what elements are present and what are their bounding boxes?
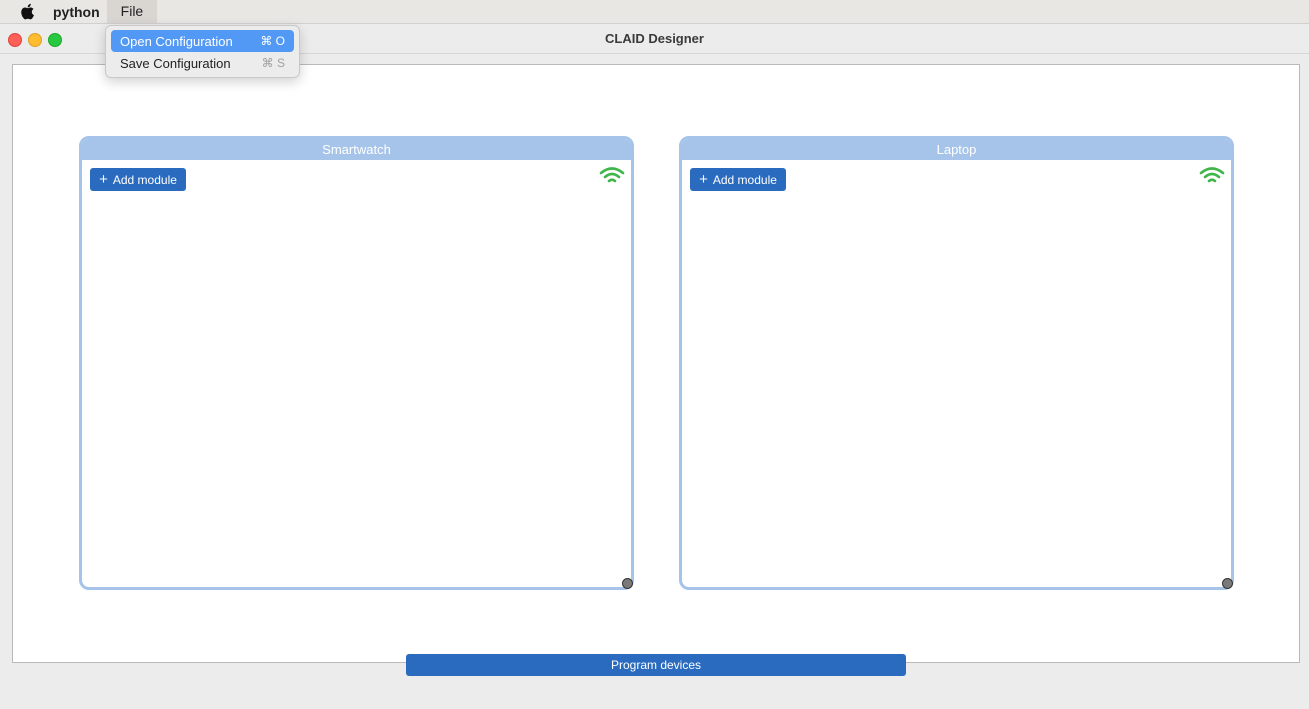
device-panel-smartwatch[interactable]: Smartwatch + Add module	[79, 136, 634, 590]
program-devices-button[interactable]: Program devices	[406, 654, 906, 676]
device-header: Laptop	[682, 139, 1231, 160]
add-module-label: Add module	[112, 172, 177, 187]
plus-icon: +	[699, 171, 708, 188]
menu-item-shortcut: ⌘ O	[260, 34, 285, 48]
app-name-menu[interactable]: python	[53, 4, 100, 20]
menu-item-label: Save Configuration	[120, 55, 231, 71]
resize-handle[interactable]	[622, 578, 633, 589]
menu-file[interactable]: File	[106, 0, 158, 23]
main-window: CLAID Designer Smartwatch + Add module L…	[0, 23, 1309, 709]
resize-handle[interactable]	[1222, 578, 1233, 589]
add-module-button[interactable]: + Add module	[90, 168, 186, 191]
file-menu-dropdown: Open Configuration ⌘ O Save Configuratio…	[105, 25, 300, 78]
menu-item-shortcut: ⌘ S	[261, 56, 285, 70]
device-canvas[interactable]: Smartwatch + Add module Laptop + Add mod…	[12, 64, 1300, 663]
menu-item-open-configuration[interactable]: Open Configuration ⌘ O	[111, 30, 294, 52]
plus-icon: +	[99, 171, 108, 188]
menu-item-save-configuration[interactable]: Save Configuration ⌘ S	[111, 52, 294, 74]
add-module-button[interactable]: + Add module	[690, 168, 786, 191]
menu-bar: python File	[0, 0, 1309, 23]
device-header: Smartwatch	[82, 139, 631, 160]
apple-icon[interactable]	[19, 3, 36, 20]
device-panel-laptop[interactable]: Laptop + Add module	[679, 136, 1234, 590]
menu-item-label: Open Configuration	[120, 33, 233, 49]
wifi-icon	[599, 167, 625, 183]
wifi-icon	[1199, 167, 1225, 183]
add-module-label: Add module	[712, 172, 777, 187]
